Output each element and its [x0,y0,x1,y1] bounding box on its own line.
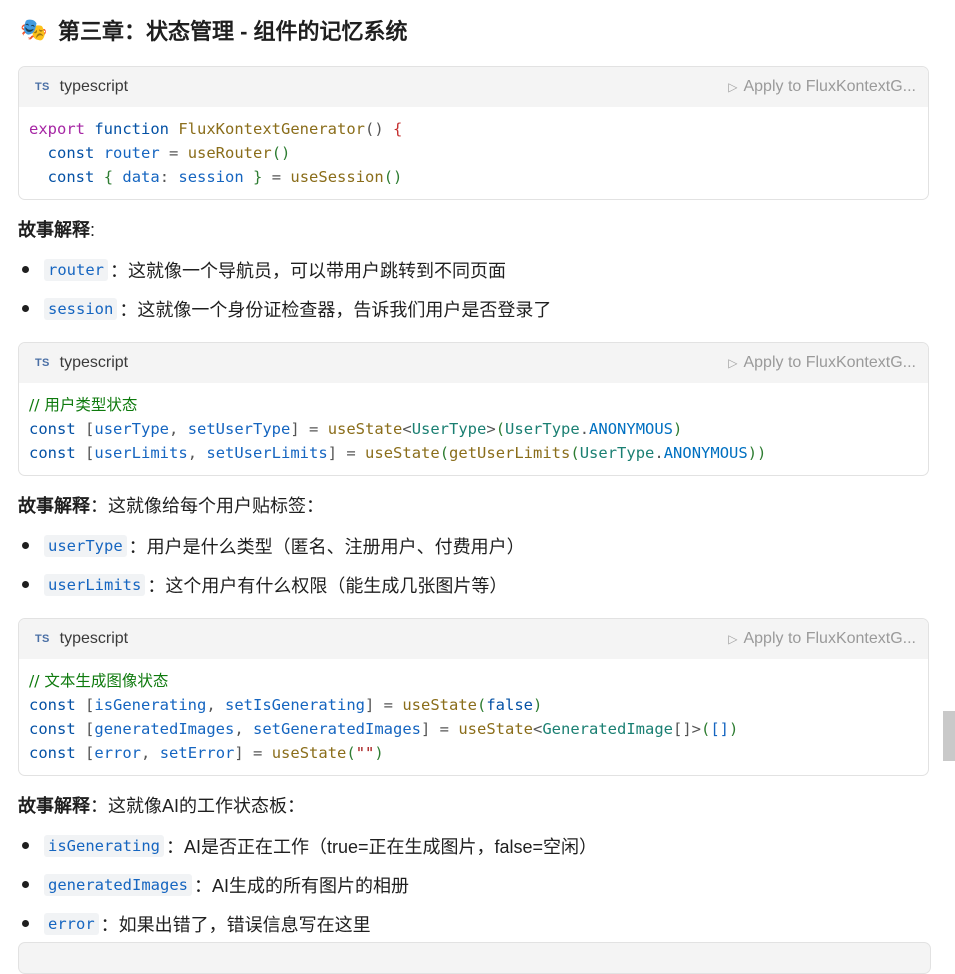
story-label: 故事解释 [18,220,90,240]
code-block: TS typescript ▷ Apply to FluxKontextG...… [18,66,929,200]
code-line: const [error, setError] = useState("") [29,744,384,762]
list-item: router ：这就像一个导航员，可以带用户跳转到不同页面 [18,250,929,289]
language-label: typescript [59,630,129,647]
list-item: userType ：用户是什么类型（匿名、注册用户、付费用户） [18,526,929,565]
story-explanation: 故事解释：这就像AI的工作状态板： [18,792,929,818]
list-item-text: ：AI生成的所有图片的相册 [193,875,409,896]
chapter-heading: 🎭 第三章：状态管理 - 组件的记忆系统 [18,0,929,60]
code-body[interactable]: // 文本生成图像状态 const [isGenerating, setIsGe… [19,659,928,775]
list-item: generatedImages ：AI生成的所有图片的相册 [18,865,929,904]
inline-code: error [44,912,99,935]
bullet-dot [22,305,29,312]
play-icon: ▷ [728,80,738,94]
inline-code: router [44,258,108,281]
story-text: ：这就像给每个用户贴标签： [90,496,324,516]
code-line: const [generatedImages, setGeneratedImag… [29,720,739,738]
code-block: TS typescript ▷ Apply to FluxKontextG...… [18,618,929,776]
story-explanation: 故事解释: [18,216,929,242]
apply-label: Apply to FluxKontextG... [743,354,916,371]
inline-code: isGenerating [44,834,164,857]
apply-label: Apply to FluxKontextG... [743,78,916,95]
bullet-dot [22,542,29,549]
bullet-list: router ：这就像一个导航员，可以带用户跳转到不同页面 session ：这就像… [18,250,929,328]
bullet-list: isGenerating ：AI是否正在工作（true=正在生成图片，false=… [18,826,929,943]
bullet-dot [22,842,29,849]
markdown-content: 🎭 第三章：状态管理 - 组件的记忆系统 TS typescript ▷ App… [18,0,929,957]
list-item: session ：这就像一个身份证检查器，告诉我们用户是否登录了 [18,289,929,328]
inline-code: session [44,297,118,320]
next-code-block [18,942,931,974]
story-text: ：这就像AI的工作状态板： [90,796,306,816]
list-item-text: ：如果出错了，错误信息写在这里 [100,914,371,935]
code-block: TS typescript ▷ Apply to FluxKontextG...… [18,342,929,476]
typescript-icon: TS [35,633,50,645]
story-explanation: 故事解释：这就像给每个用户贴标签： [18,492,929,518]
apply-to-file-button[interactable]: ▷ Apply to FluxKontextG... [728,630,916,648]
typescript-icon: TS [35,81,50,93]
code-line: const [userLimits, setUserLimits] = useS… [29,444,767,462]
list-item-text: ：这个用户有什么权限（能生成几张图片等） [147,575,508,596]
bullet-dot [22,881,29,888]
code-line: const [userType, setUserType] = useState… [29,420,683,438]
code-block-header: TS typescript ▷ Apply to FluxKontextG... [19,343,928,383]
code-block-header: TS typescript ▷ Apply to FluxKontextG... [19,619,928,659]
inline-code: userType [44,534,127,557]
bullet-dot [22,581,29,588]
code-line: const [isGenerating, setIsGenerating] = … [29,696,543,714]
list-item: userLimits ：这个用户有什么权限（能生成几张图片等） [18,565,929,604]
apply-to-file-button[interactable]: ▷ Apply to FluxKontextG... [728,78,916,96]
code-comment: // 用户类型状态 [29,396,138,414]
apply-to-file-button[interactable]: ▷ Apply to FluxKontextG... [728,354,916,372]
code-body[interactable]: export function FluxKontextGenerator() {… [19,107,928,199]
chapter-title: 第三章：状态管理 - 组件的记忆系统 [58,19,408,44]
code-body[interactable]: // 用户类型状态 const [userType, setUserType] … [19,383,928,475]
play-icon: ▷ [728,632,738,646]
list-item-text: ：用户是什么类型（匿名、注册用户、付费用户） [128,536,525,557]
inline-code: generatedImages [44,873,192,896]
list-item-text: ：这就像一个导航员，可以带用户跳转到不同页面 [110,260,506,281]
language-label: typescript [59,354,129,371]
apply-label: Apply to FluxKontextG... [743,630,916,647]
list-item: isGenerating ：AI是否正在工作（true=正在生成图片，false=… [18,826,929,865]
play-icon: ▷ [728,356,738,370]
list-item-text: ：AI是否正在工作（true=正在生成图片，false=空闲） [165,836,598,857]
list-item-text: ：这就像一个身份证检查器，告诉我们用户是否登录了 [119,299,552,320]
scrollbar-thumb[interactable] [943,711,955,761]
language-label: typescript [59,78,129,95]
code-line: const router = useRouter() [47,144,291,162]
list-item: error ：如果出错了，错误信息写在这里 [18,904,929,943]
code-comment: // 文本生成图像状态 [29,672,169,690]
story-text: : [90,220,96,240]
code-block-header: TS typescript ▷ Apply to FluxKontextG... [19,67,928,107]
code-line: const { data: session } = useSession() [47,168,403,186]
theater-masks-icon: 🎭 [20,17,48,42]
bullet-dot [22,266,29,273]
inline-code: userLimits [44,573,146,596]
typescript-icon: TS [35,357,50,369]
story-label: 故事解释 [18,496,90,516]
bullet-list: userType ：用户是什么类型（匿名、注册用户、付费用户） userLimit… [18,526,929,604]
bullet-dot [22,920,29,927]
story-label: 故事解释 [18,796,90,816]
code-line: export function FluxKontextGenerator() { [29,120,403,138]
